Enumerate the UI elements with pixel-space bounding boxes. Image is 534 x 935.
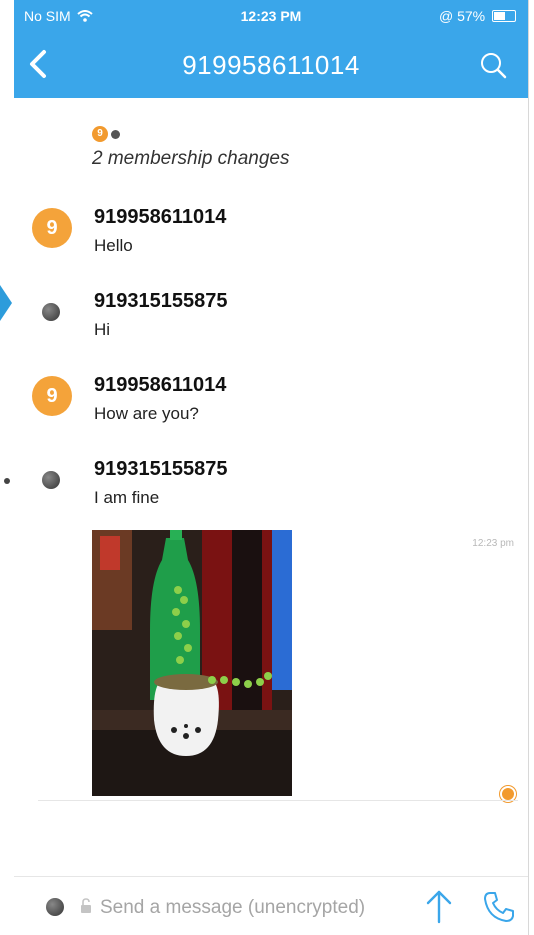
conversation-title: 919958611014 [182, 50, 360, 80]
phone-icon[interactable] [482, 890, 516, 924]
avatar [111, 129, 120, 139]
membership-avatars: 9 [92, 126, 290, 142]
message-sender: 919315155875 [94, 458, 228, 480]
avatar[interactable]: 9 [32, 376, 72, 416]
nav-bar: 919958611014 [14, 36, 528, 92]
message-composer [14, 876, 528, 935]
divider [38, 800, 518, 801]
message-text: How are you? [94, 404, 199, 423]
chat-screen: No SIM 12:23 PM @ 57% 919958611014 9 2 m… [14, 0, 529, 935]
avatar[interactable] [42, 471, 60, 489]
message-sender: 919315155875 [94, 290, 228, 312]
unlock-icon [81, 898, 91, 913]
message-sender: 919958611014 [94, 374, 227, 396]
send-arrow-icon[interactable] [424, 888, 454, 924]
edge-dot [4, 478, 10, 484]
membership-changes[interactable]: 9 2 membership changes [92, 126, 290, 170]
status-bar: No SIM 12:23 PM @ 57% [14, 0, 528, 32]
battery-percent: 57% [457, 8, 486, 24]
message-text: Hi [94, 320, 111, 339]
search-icon[interactable] [478, 50, 508, 80]
message-text: Hello [94, 236, 133, 255]
message-timestamp: 12:23 pm [472, 538, 514, 549]
avatar[interactable]: 9 [32, 208, 72, 248]
message-input[interactable] [100, 894, 420, 922]
top-bar: No SIM 12:23 PM @ 57% 919958611014 [14, 0, 528, 98]
avatar[interactable] [46, 898, 64, 916]
message-sender: 919958611014 [94, 206, 227, 228]
left-edge [0, 0, 14, 935]
lock-rotation-icon: @ [438, 8, 454, 24]
message-text: I am fine [94, 488, 160, 507]
battery-icon [492, 10, 516, 22]
battery-status: @ 57% [439, 8, 516, 24]
drawer-tab[interactable] [0, 285, 12, 321]
avatar: 9 [92, 126, 108, 142]
membership-text: 2 membership changes [92, 148, 290, 169]
image-attachment[interactable] [92, 530, 292, 796]
avatar[interactable] [42, 303, 60, 321]
